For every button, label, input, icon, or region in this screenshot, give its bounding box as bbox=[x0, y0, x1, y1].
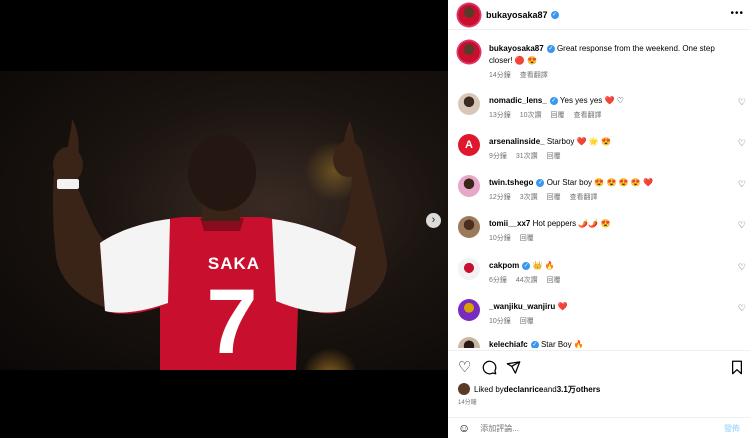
saka-celebration-image: SAKA 7 bbox=[53, 119, 387, 370]
comment-text: Hot peppers 🌶️🌶️ 😍 bbox=[532, 219, 611, 228]
reply-link[interactable]: 回覆 bbox=[547, 153, 561, 160]
verified-icon: ✓ bbox=[546, 44, 555, 53]
action-bar: ♡ bbox=[448, 350, 750, 382]
avatar[interactable] bbox=[458, 93, 480, 115]
likes-and: and bbox=[543, 384, 557, 394]
verified-icon: ✓ bbox=[530, 340, 539, 348]
comment-text: Star Boy 🔥 bbox=[540, 340, 584, 348]
comment-text: 👑 🔥 bbox=[532, 261, 555, 270]
header-username[interactable]: bukayosaka87 bbox=[486, 10, 548, 20]
reply-link[interactable]: 回覆 bbox=[547, 277, 561, 284]
heart-icon[interactable]: ♡ bbox=[458, 360, 471, 375]
post-time[interactable]: 14分鐘 bbox=[458, 397, 477, 406]
comments-list[interactable]: bukayosaka87 ✓ Great response from the we… bbox=[448, 31, 750, 348]
likes-count[interactable]: 3.1万 bbox=[557, 384, 576, 395]
avatar[interactable] bbox=[458, 3, 480, 26]
post-header: bukayosaka87 ✓ ••• bbox=[448, 0, 750, 30]
reply-link[interactable]: 回覆 bbox=[551, 112, 565, 119]
comment-likes[interactable]: 44次讚 bbox=[516, 277, 538, 284]
comment-username[interactable]: tomii__xx7 bbox=[489, 219, 530, 228]
svg-text:7: 7 bbox=[206, 271, 257, 370]
comment-input[interactable] bbox=[480, 423, 691, 433]
like-comment-heart-icon[interactable]: ♡ bbox=[738, 138, 746, 149]
reply-link[interactable]: 回覆 bbox=[520, 235, 534, 242]
next-image-button[interactable]: › bbox=[426, 213, 441, 228]
caption-time[interactable]: 14分鐘 bbox=[489, 72, 511, 79]
comment-username[interactable]: _wanjiku_wanjiru bbox=[489, 302, 555, 311]
like-comment-heart-icon[interactable]: ♡ bbox=[738, 179, 746, 190]
comment-text: Our Star boy 😍 😍 😍 😍 ❤️ bbox=[546, 178, 653, 187]
post-comment-button[interactable]: 發佈 bbox=[724, 423, 740, 434]
comment-username[interactable]: arsenalinside_ bbox=[489, 137, 545, 146]
add-comment-bar: ☺ 發佈 bbox=[448, 417, 750, 438]
comment-time[interactable]: 6分鐘 bbox=[489, 277, 507, 284]
like-comment-heart-icon[interactable]: ♡ bbox=[738, 97, 746, 108]
comment-time[interactable]: 13分鐘 bbox=[489, 112, 511, 119]
comment-time[interactable]: 10分鐘 bbox=[489, 235, 511, 242]
translate-link[interactable]: 查看翻譯 bbox=[573, 112, 601, 119]
comment-likes[interactable]: 10次讚 bbox=[520, 112, 542, 119]
likes-summary: Liked by declanrice and 3.1万 others bbox=[458, 383, 600, 395]
verified-icon: ✓ bbox=[549, 96, 558, 105]
liked-by-user[interactable]: declanrice bbox=[504, 385, 544, 394]
post-media: SAKA 7 › bbox=[0, 0, 448, 438]
emoji-icon[interactable]: ☺ bbox=[458, 421, 470, 435]
comment-text: Starboy ❤️ 🌟 😍 bbox=[546, 137, 611, 146]
verified-icon: ✓ bbox=[522, 261, 531, 270]
comment-username[interactable]: twin.tshego bbox=[489, 178, 533, 187]
verified-icon: ✓ bbox=[536, 178, 545, 187]
comment-text: Yes yes yes ❤️ ♡ bbox=[559, 96, 624, 105]
caption-username[interactable]: bukayosaka87 bbox=[489, 44, 544, 53]
caption-translate-link[interactable]: 查看翻譯 bbox=[520, 72, 548, 79]
reply-link[interactable]: 回覆 bbox=[520, 318, 534, 325]
avatar[interactable] bbox=[458, 41, 480, 63]
share-icon[interactable] bbox=[506, 360, 521, 378]
comment-time[interactable]: 10分鐘 bbox=[489, 318, 511, 325]
comment-time[interactable]: 12分鐘 bbox=[489, 194, 511, 201]
comment-username[interactable]: nomadic_lens_ bbox=[489, 96, 547, 105]
comment-username[interactable]: cakpom bbox=[489, 261, 519, 270]
comment-icon[interactable] bbox=[482, 360, 497, 378]
avatar[interactable] bbox=[458, 337, 480, 348]
reply-link[interactable]: 回覆 bbox=[547, 194, 561, 201]
likes-suffix[interactable]: others bbox=[576, 385, 600, 394]
comment-username[interactable]: kelechiafc bbox=[489, 340, 528, 348]
avatar[interactable] bbox=[458, 258, 480, 280]
post-photo: SAKA 7 bbox=[0, 71, 448, 370]
comment-likes[interactable]: 31次讚 bbox=[516, 153, 538, 160]
comment-text: ❤️ bbox=[557, 302, 568, 311]
avatar[interactable] bbox=[458, 175, 480, 197]
more-horizontal-icon[interactable]: ••• bbox=[730, 8, 744, 19]
verified-icon: ✓ bbox=[550, 10, 559, 19]
avatar[interactable] bbox=[458, 216, 480, 238]
comment-time[interactable]: 9分鐘 bbox=[489, 153, 507, 160]
avatar[interactable] bbox=[458, 299, 480, 321]
translate-link[interactable]: 查看翻譯 bbox=[570, 194, 598, 201]
comment-likes[interactable]: 3次讚 bbox=[520, 194, 538, 201]
likes-prefix: Liked by bbox=[474, 384, 504, 394]
bookmark-icon[interactable] bbox=[730, 360, 744, 378]
avatar[interactable] bbox=[458, 383, 470, 395]
post-panel: bukayosaka87 ✓ ••• bukayosaka87 ✓ Great r… bbox=[448, 0, 750, 438]
like-comment-heart-icon[interactable]: ♡ bbox=[738, 220, 746, 231]
like-comment-heart-icon[interactable]: ♡ bbox=[738, 303, 746, 314]
avatar[interactable]: A bbox=[458, 134, 480, 156]
like-comment-heart-icon[interactable]: ♡ bbox=[738, 262, 746, 273]
